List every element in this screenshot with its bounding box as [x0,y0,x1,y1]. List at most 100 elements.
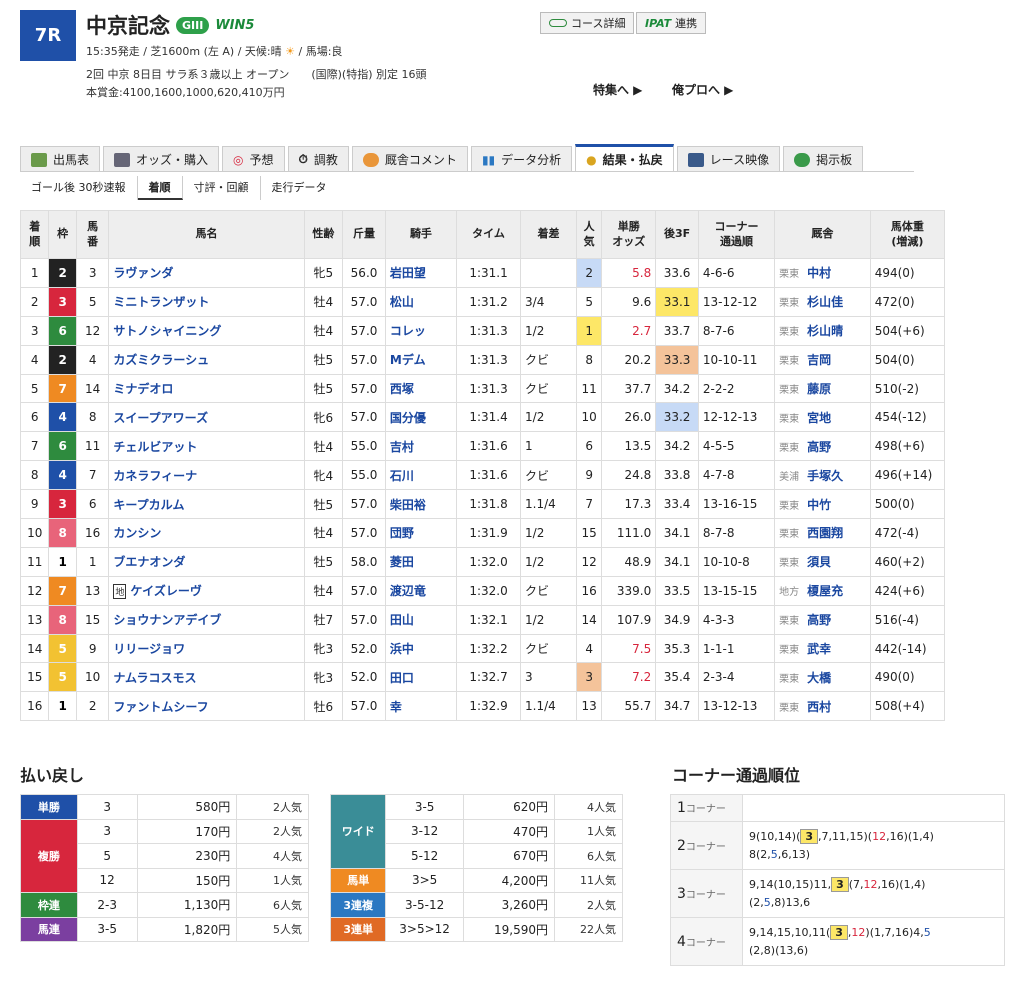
subtab-sokuho[interactable]: ゴール後 30秒速報 [20,176,138,200]
trainer-link[interactable]: 手塚久 [807,469,843,483]
horse-name-link[interactable]: キープカルム [108,489,305,520]
horse-name-link[interactable]: ブエナオンダ [108,546,305,577]
horse-name-link[interactable]: リリージョワ [108,633,305,664]
trainer-link[interactable]: 中村 [807,266,831,280]
trainer-link[interactable]: 須貝 [807,555,831,569]
trainer[interactable]: 栗東 吉岡 [774,344,871,375]
horse-name-link[interactable]: ナムラコスモス [108,662,305,693]
trainer-link[interactable]: 杉山晴 [807,324,843,338]
trainer[interactable]: 地方 榎屋充 [774,575,871,606]
margin: 1.1/4 [520,489,577,520]
trainer-link[interactable]: 藤原 [807,382,831,396]
tab-board[interactable]: 掲示板 [783,146,864,172]
tab-yoso[interactable]: ◎ 予想 [222,146,285,172]
jockey-link[interactable]: 国分優 [384,402,458,433]
jockey-link[interactable]: 菱田 [384,546,458,577]
ipat-link-button[interactable]: IPAT 連携 [636,12,707,34]
subtab-soko[interactable]: 走行データ [261,176,338,200]
horse-name-link[interactable]: ミニトランザット [108,286,305,317]
tab-chokyo[interactable]: ⏱ 調教 [287,146,349,172]
trainer-link[interactable]: 吉岡 [807,353,831,367]
jockey-link[interactable]: コレッ [384,315,458,346]
trainer-link[interactable]: 榎屋充 [807,584,843,598]
jockey-link[interactable]: 幸 [384,691,458,722]
trainer[interactable]: 栗東 杉山晴 [774,315,871,346]
column-header: 枠 [48,210,77,259]
trainer[interactable]: 栗東 藤原 [774,373,871,404]
subtab-sunpyo[interactable]: 寸評・回顧 [183,176,261,200]
horse-name-link[interactable]: 地ケイズレーヴ [108,575,305,606]
trainer-link[interactable]: 西園翔 [807,526,843,540]
trainer[interactable]: 栗東 西園翔 [774,518,871,548]
trainer[interactable]: 栗東 杉山佳 [774,286,871,317]
trainer[interactable]: 栗東 高野 [774,604,871,635]
column-header: 騎手 [384,210,458,259]
jockey-link[interactable]: 団野 [384,518,458,548]
jockey-link[interactable]: 松山 [384,286,458,317]
tab-shutsuba[interactable]: 出馬表 [20,146,101,172]
win-odds: 48.9 [601,546,657,577]
trainer[interactable]: 栗東 中村 [774,258,871,288]
horse-name-link[interactable]: ショウナンアデイブ [108,604,305,635]
jockey-link[interactable]: 田山 [384,604,458,635]
popularity: 5 [575,286,603,317]
win5-logo[interactable]: WIN5 [215,18,254,33]
horse-name-link[interactable]: ファントムシーフ [108,691,305,722]
bet-type-label: 複勝 [20,818,78,893]
trainer-link[interactable]: 宮地 [807,411,831,425]
subtab-chakujun[interactable]: 着順 [137,176,183,200]
horse-name-link[interactable]: カズミクラーシュ [108,344,305,375]
waku-number: 4 [48,460,77,491]
tab-odds[interactable]: オッズ・購入 [103,146,220,172]
margin: 1/2 [520,518,577,548]
last-3f: 33.6 [655,258,699,288]
body-weight: 496(+14) [869,460,946,491]
jockey-link[interactable]: 渡辺竜 [384,575,458,606]
horse-name-link[interactable]: ラヴァンダ [108,258,305,288]
trainer[interactable]: 栗東 大橋 [774,662,871,693]
trainer-link[interactable]: 中竹 [807,498,831,512]
stopwatch-icon: ⏱ [298,152,308,166]
tokushu-link[interactable]: 特集へ ▶ [593,81,642,98]
course-detail-button[interactable]: コース詳細 [540,12,635,34]
horse-name-link[interactable]: カネラフィーナ [108,460,305,491]
tab-result[interactable]: ● 結果・払戻 [575,144,674,172]
sex-age: 牝4 [303,460,344,491]
horse-name[interactable]: ケイズレーヴ [130,584,201,598]
trainer[interactable]: 栗東 中竹 [774,489,871,520]
tab-video[interactable]: レース映像 [676,146,781,172]
horse-name-link[interactable]: サトノシャイニング [108,315,305,346]
tab-data[interactable]: ▮▮ データ分析 [470,146,573,172]
payout-table-right: ワイド 3-5 620円 4人気 3-12 470円 1人気 5-12 670円… [329,794,623,942]
finish-time: 1:31.4 [456,402,522,433]
trainer[interactable]: 栗東 西村 [774,691,871,722]
trainer-link[interactable]: 高野 [807,440,831,454]
horse-name-link[interactable]: カンシン [108,518,305,548]
trainer[interactable]: 栗東 宮地 [774,402,871,433]
trainer[interactable]: 美浦 手塚久 [774,460,871,491]
jockey-link[interactable]: 石川 [384,460,458,491]
coins-icon: ● [586,152,597,167]
tab-comment[interactable]: 厩舎コメント [351,146,468,172]
margin: 1/2 [520,546,577,577]
jockey-link[interactable]: 岩田望 [384,258,458,288]
jockey-link[interactable]: 吉村 [384,431,458,462]
finish-time: 1:31.6 [456,460,522,491]
trainer[interactable]: 栗東 武幸 [774,633,871,664]
jockey-link[interactable]: Mデム [384,344,458,375]
trainer[interactable]: 栗東 高野 [774,431,871,462]
trainer[interactable]: 栗東 須貝 [774,546,871,577]
jockey-link[interactable]: 田口 [384,662,458,693]
trainer-link[interactable]: 高野 [807,613,831,627]
trainer-link[interactable]: 西村 [807,700,831,714]
horse-name-link[interactable]: ミナデオロ [108,373,305,404]
horse-name-link[interactable]: チェルビアット [108,431,305,462]
jockey-link[interactable]: 浜中 [384,633,458,664]
trainer-link[interactable]: 武幸 [807,642,831,656]
trainer-link[interactable]: 杉山佳 [807,295,843,309]
jockey-link[interactable]: 柴田裕 [384,489,458,520]
trainer-link[interactable]: 大橋 [807,671,831,685]
orepro-link[interactable]: 俺プロへ ▶ [672,81,733,98]
jockey-link[interactable]: 西塚 [384,373,458,404]
horse-name-link[interactable]: スイープアワーズ [108,402,305,433]
